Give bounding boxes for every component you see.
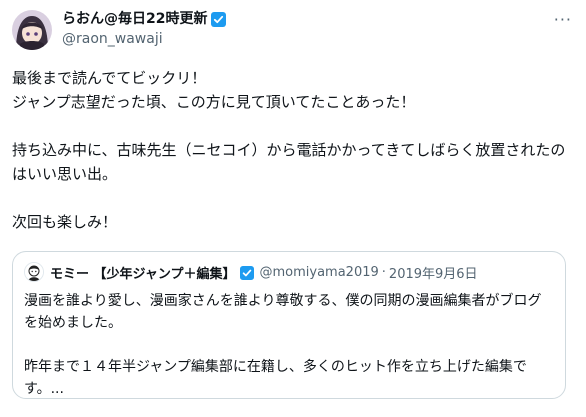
quoted-avatar-illustration (25, 263, 43, 281)
author-handle[interactable]: @raon_wawaji (62, 30, 163, 48)
quoted-tweet[interactable]: モミー 【少年ジャンプ＋編集】 @momiyama2019 · 2019年9月6… (12, 251, 566, 399)
quoted-tweet-header: モミー 【少年ジャンプ＋編集】 @momiyama2019 · 2019年9月6… (24, 262, 478, 282)
tweet-text: 最後まで読んでてビックリ！ ジャンプ志望だった頃、この方に見て頂いてたことあった… (12, 69, 566, 231)
quoted-separator: · (381, 264, 386, 280)
more-options-icon[interactable]: ··· (554, 10, 572, 29)
author-display-name[interactable]: らおん@毎日22時更新 (62, 10, 207, 28)
quoted-author-display-name: モミー 【少年ジャンプ＋編集】 (50, 266, 236, 282)
quoted-author-handle: @momiyama2019 (259, 264, 379, 280)
quoted-tweet-date[interactable]: 2019年9月6日 (389, 263, 478, 282)
avatar-illustration (12, 10, 52, 50)
verified-badge-icon (211, 11, 227, 27)
author-avatar[interactable] (12, 10, 52, 50)
quoted-author-avatar[interactable] (24, 262, 44, 282)
quoted-tweet-text: 漫画を誰より愛し、漫画家さんを誰より尊敬する、僕の同期の漫画編集者がブログを始め… (24, 293, 542, 397)
author-name-row: らおん@毎日22時更新 (62, 10, 227, 28)
quoted-verified-badge-icon (239, 265, 254, 280)
